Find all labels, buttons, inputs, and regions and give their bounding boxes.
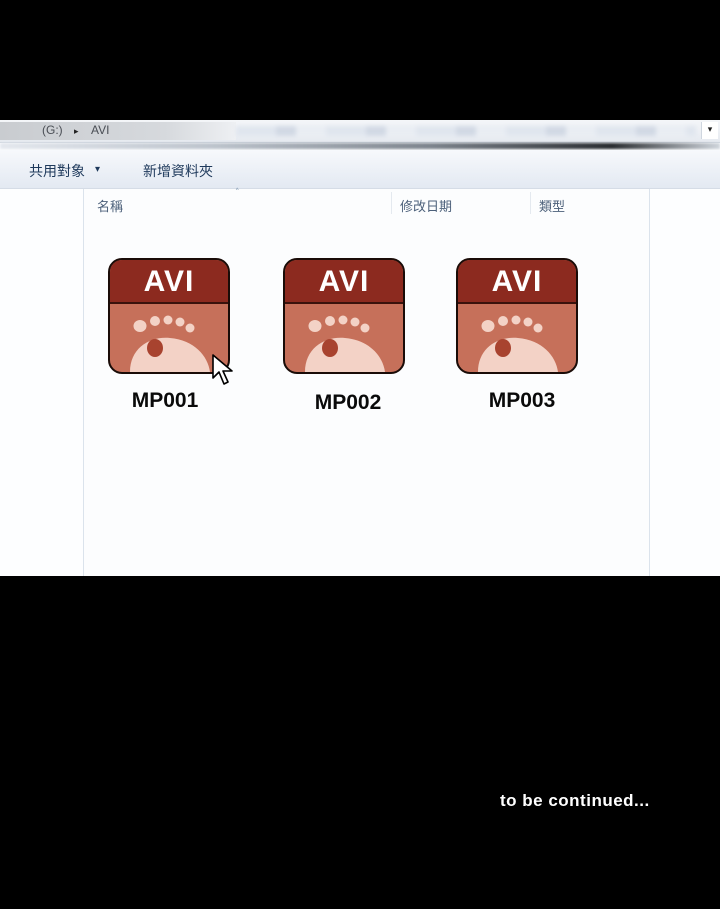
command-toolbar: 共用對象 ▾ 新增資料夾 [0, 150, 720, 189]
address-shadow-divider [0, 143, 720, 149]
share-with-button[interactable]: 共用對象 [29, 161, 85, 181]
chevron-down-icon[interactable]: ▾ [95, 164, 100, 175]
navigation-pane[interactable] [0, 189, 84, 576]
breadcrumb-drive[interactable]: (G:) [42, 123, 63, 137]
footprint-icon [305, 315, 385, 372]
file-type-badge: AVI [318, 265, 370, 298]
video-file-icon[interactable]: AVI [456, 258, 578, 374]
column-divider[interactable] [530, 192, 531, 214]
file-type-badge: AVI [491, 265, 543, 298]
breadcrumb-folder[interactable]: AVI [91, 123, 109, 137]
file-name[interactable]: MP001 [90, 389, 240, 413]
column-header-date-modified[interactable]: 修改日期 [400, 196, 452, 215]
column-header-name[interactable]: 名稱 [97, 196, 123, 215]
file-item[interactable]: AVI MP001 [94, 258, 244, 428]
file-name[interactable]: MP002 [273, 391, 423, 415]
right-pane [649, 189, 720, 576]
video-file-icon[interactable]: AVI [283, 258, 405, 374]
breadcrumb-separator-icon[interactable]: ▸ [74, 126, 79, 137]
mouse-pointer-icon [212, 354, 233, 385]
new-folder-button[interactable]: 新增資料夾 [143, 161, 213, 181]
footprint-icon [478, 315, 558, 372]
file-type-badge: AVI [143, 265, 195, 298]
file-type-band: AVI [458, 260, 576, 304]
file-item[interactable]: AVI MP002 [270, 258, 420, 428]
file-type-band: AVI [285, 260, 403, 304]
caption-text: to be continued... [500, 791, 650, 810]
address-bar[interactable]: (G:) ▸ AVI ▾ [0, 120, 720, 143]
sort-ascending-icon: ˄ [235, 188, 240, 198]
address-blurred-region [236, 126, 696, 136]
file-name[interactable]: MP003 [447, 389, 597, 413]
file-type-band: AVI [110, 260, 228, 304]
file-item[interactable]: AVI MP003 [444, 258, 594, 428]
column-header-type[interactable]: 類型 [539, 196, 565, 215]
address-dropdown-icon[interactable]: ▾ [701, 122, 718, 139]
column-divider[interactable] [391, 192, 392, 214]
address-path-background [0, 122, 236, 140]
